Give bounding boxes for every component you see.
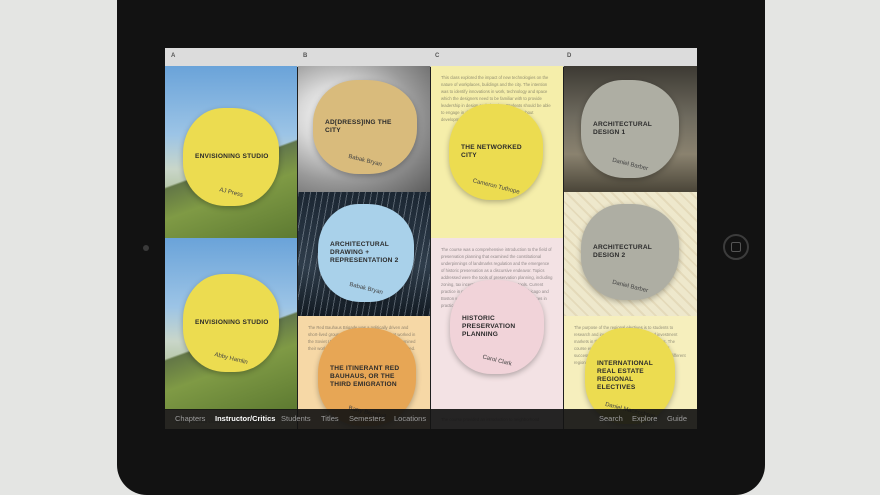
nav-locations[interactable]: Locations bbox=[394, 414, 426, 423]
home-button[interactable] bbox=[723, 234, 749, 260]
app-screen: A B C D The class utilized various real … bbox=[165, 48, 697, 429]
column-label-a: A bbox=[171, 53, 176, 59]
column-header-bar: A B C D bbox=[165, 48, 697, 67]
course-badge-d2[interactable]: ARCHITECTURAL DESIGN 2 Daniel Barber bbox=[581, 204, 679, 300]
course-badge-d1[interactable]: ARCHITECTURAL DESIGN 1 Daniel Barber bbox=[581, 80, 679, 178]
nav-explore[interactable]: Explore bbox=[632, 414, 657, 423]
nav-instructor-critics[interactable]: Instructor/Critics bbox=[215, 414, 275, 423]
nav-chapters[interactable]: Chapters bbox=[175, 414, 205, 423]
nav-students[interactable]: Students bbox=[281, 414, 311, 423]
column-label-c: C bbox=[435, 53, 440, 59]
nav-semesters[interactable]: Semesters bbox=[349, 414, 385, 423]
column-label-b: B bbox=[303, 53, 308, 59]
course-badge-c1[interactable]: THE NETWORKED CITY Cameron Tuthope bbox=[449, 104, 543, 200]
nav-titles[interactable]: Titles bbox=[321, 414, 339, 423]
course-grid: The class utilized various real estate d… bbox=[165, 66, 697, 429]
course-badge-a2[interactable]: ENVISIONING STUDIO Abby Hamlin bbox=[183, 274, 279, 372]
course-badge-a1[interactable]: ENVISIONING STUDIO AJ Press bbox=[183, 108, 279, 206]
nav-guide[interactable]: Guide bbox=[667, 414, 687, 423]
column-label-d: D bbox=[567, 53, 572, 59]
course-badge-b1[interactable]: AD[DRESS]ING THE CITY Babak Bryan bbox=[313, 80, 417, 174]
nav-search[interactable]: Search bbox=[599, 414, 623, 423]
course-badge-b2[interactable]: ARCHITECTURAL DRAWING + REPRESENTATION 2… bbox=[318, 204, 414, 302]
bottom-navigation: Chapters Instructor/Critics Students Tit… bbox=[165, 409, 697, 429]
tablet-camera bbox=[143, 245, 149, 251]
course-badge-c2[interactable]: HISTORIC PRESERVATION PLANNING Carol Cla… bbox=[450, 280, 544, 374]
